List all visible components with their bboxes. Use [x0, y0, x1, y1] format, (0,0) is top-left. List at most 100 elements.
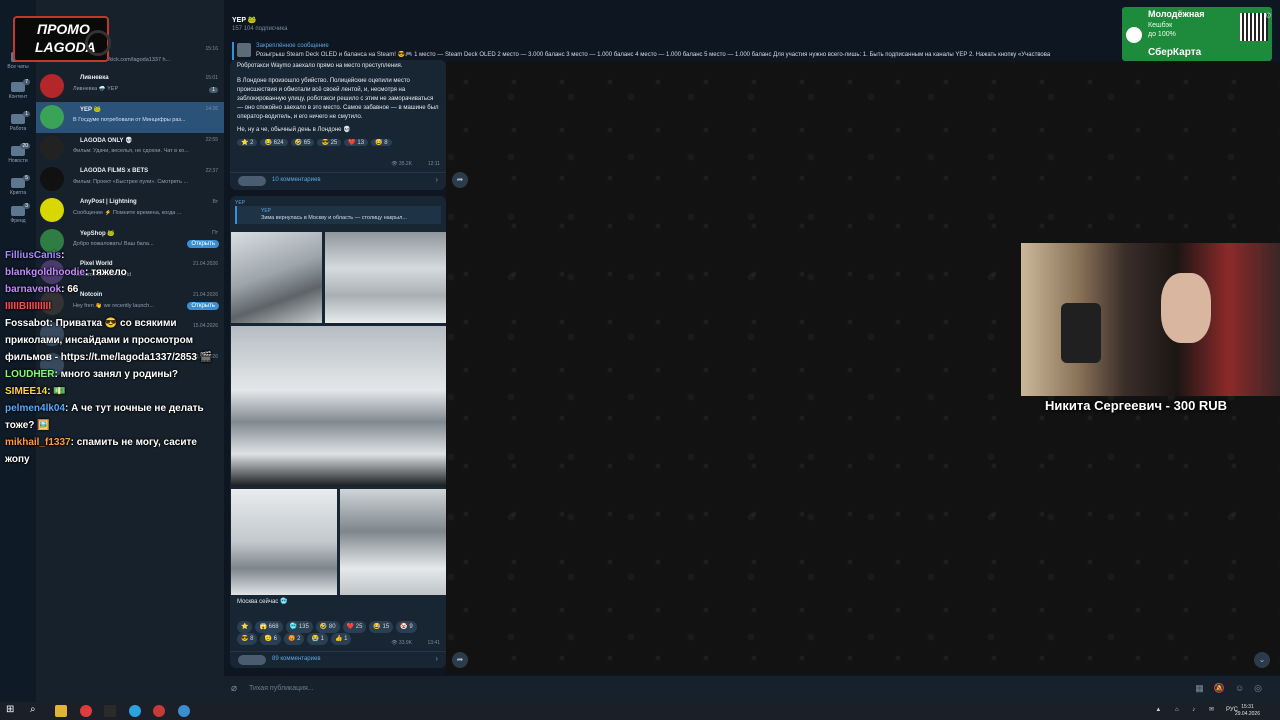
chat-time-top: 15:16 [205, 46, 218, 52]
streamer-face [1161, 273, 1211, 343]
taskbar: ⊞ ⌕ ▲ ⌂ ♪ ✉ РУС 15:31 29.04.2026 [0, 702, 1280, 720]
avatar [40, 105, 64, 129]
folder-content[interactable]: 7 Контент [0, 79, 36, 100]
stream-chat-overlay: FilliusCanis: blankgoldhoodie: тяжело ba… [5, 247, 220, 468]
folder-work[interactable]: 1 Работа [0, 111, 36, 132]
post-views: 👁 33.9K [391, 640, 412, 646]
reaction[interactable]: ⭐ [237, 621, 253, 633]
reaction[interactable]: 😭 1 [307, 633, 328, 645]
photo[interactable] [231, 232, 322, 323]
calendar-icon[interactable]: ▦ [1195, 683, 1214, 693]
share-icon[interactable]: ➦ [452, 652, 468, 668]
subscriber-count: 157 104 подписчика [232, 26, 288, 32]
share-icon[interactable]: ➦ [452, 172, 468, 188]
comments-link[interactable]: 10 комментариев › [230, 172, 446, 188]
chat-row-lagoda-films[interactable]: LAGODA FILMS x BETS Фильм: Проект «Быстр… [36, 164, 224, 195]
photo[interactable] [325, 232, 446, 323]
scroll-down-button[interactable]: ⌄ [1254, 652, 1270, 668]
folder-crypto[interactable]: 5 Крипта [0, 175, 36, 196]
avatar [40, 136, 64, 160]
telegram-icon[interactable] [129, 705, 141, 717]
chat-message: Fossabot: Приватка 😎 со всякими приколам… [5, 318, 213, 363]
system-tray[interactable]: ▲ ⌂ ♪ ✉ [1155, 706, 1220, 713]
chat-message: IIIIIBIIIIIIIII [5, 301, 52, 312]
record-icon[interactable]: ◎ [1254, 683, 1272, 693]
post-caption: Москва сейчас 🥶 [237, 599, 288, 605]
photo[interactable] [231, 489, 337, 595]
message-input-bar: ⌀ Тихая публикация... ▦🔕☺◎ [224, 676, 1280, 702]
reaction[interactable]: ❤️ 13 [344, 139, 369, 146]
app-icon[interactable] [153, 705, 165, 717]
comments-link[interactable]: 89 комментариев › [230, 651, 446, 667]
chat-row-anypost[interactable]: AnyPost | Lightning Сообщение ⚡ Помните … [36, 195, 224, 226]
photo[interactable] [231, 326, 446, 486]
reaction[interactable]: 😂 15 [369, 621, 394, 633]
input-tools: ▦🔕☺◎ [1195, 683, 1272, 694]
yandex-browser-icon[interactable] [80, 705, 92, 717]
screen: Все чаты 7 Контент 1 Работа 20 Новости 5… [0, 0, 1280, 720]
clock[interactable]: 15:31 29.04.2026 [1235, 704, 1260, 718]
reaction[interactable]: 🤡 9 [396, 621, 417, 633]
reaction[interactable]: 😎 25 [317, 139, 342, 146]
mute-icon[interactable]: 🔕 [1214, 683, 1235, 693]
chat-row-yep[interactable]: YEP 🐸 В Госдуме потребовали от Минцифры … [36, 102, 224, 133]
message-input[interactable]: Тихая публикация... [249, 685, 314, 692]
reaction[interactable]: 😱 668 [255, 621, 283, 633]
burger-king-logo [1126, 27, 1142, 43]
pinned-thumbnail [237, 43, 251, 57]
chat-message: mikhail_f1337: спамить не могу, сасите ж… [5, 437, 197, 465]
microphone-icon [1061, 303, 1101, 363]
reaction[interactable]: ❤️ 25 [342, 621, 367, 633]
search-icon[interactable]: ⌕ [30, 704, 42, 716]
chat-message: FilliusCanis: [5, 250, 65, 261]
headphones-icon [85, 30, 111, 56]
reaction[interactable]: 🤣 80 [315, 621, 340, 633]
settings-icon[interactable]: ⚙ [1265, 11, 1272, 20]
reaction[interactable]: 🥶 135 [285, 621, 313, 633]
post-views: 👁 35.2K [391, 161, 412, 167]
avatar [40, 74, 64, 98]
reaction[interactable]: 😅 8 [371, 139, 392, 146]
folder-friends[interactable]: 3 Френд [0, 203, 36, 224]
reaction[interactable]: 👍 1 [330, 633, 352, 645]
post-time: 13:41 [427, 640, 440, 646]
reaction[interactable]: 😂 624 [260, 139, 288, 146]
windows-start-icon[interactable]: ⊞ [6, 704, 18, 716]
channel-post[interactable]: YEP YEP Зима вернулась в Москву и област… [230, 196, 446, 668]
folder-news[interactable]: 20 Новости [0, 143, 36, 164]
emoji-icon[interactable]: ☺ [1235, 683, 1254, 693]
webcam-overlay [1021, 243, 1280, 396]
reaction[interactable]: 🤣 65 [290, 139, 315, 146]
sber-ad-overlay: Молодёжная Кешбэк до 100% СберКарта [1122, 7, 1272, 61]
chat-message: LOUDHER: много занял у родины? [5, 369, 179, 380]
chat-message: blankgoldhoodie: тяжело [5, 267, 127, 278]
donation-alert: Никита Сергеевич - 300 RUB [1045, 398, 1228, 413]
chat-message: barnavenok: 66 [5, 284, 79, 295]
reaction[interactable]: 😡 2 [283, 633, 305, 645]
app-icon[interactable] [178, 705, 190, 717]
photo[interactable] [340, 489, 446, 595]
commenter-avatars [238, 176, 266, 186]
commenter-avatars [238, 655, 266, 665]
obs-icon[interactable] [104, 705, 116, 717]
reaction[interactable]: 🫡 6 [260, 633, 281, 645]
avatar [40, 198, 64, 222]
channel-title: YEP 🐸 [232, 17, 257, 24]
post-time: 12:11 [427, 161, 440, 167]
reaction[interactable]: ⭐ 2 [237, 139, 258, 146]
pinned-message[interactable]: Закреплённое сообщение Розыгрыш Steam De… [232, 40, 1152, 62]
attach-icon[interactable]: ⌀ [231, 683, 237, 694]
avatar [40, 167, 64, 191]
chat-row-livnevka[interactable]: Ливневка Ливневка 🌧️ YEP 15:01 1 [36, 71, 224, 102]
promo-overlay: ПРОМО LAGODA [13, 16, 111, 62]
chat-row-lagoda-only[interactable]: LAGODA ONLY 💀 Фильм: Удачи, веселья, не … [36, 133, 224, 164]
forwarded-quote[interactable]: YEP Зима вернулась в Москву и область — … [235, 206, 441, 224]
reaction[interactable]: 😎 8 [237, 633, 258, 645]
chat-message: SIMEE14: 💵 [5, 386, 66, 397]
qr-code-icon [1240, 13, 1268, 41]
chevron-right-icon: › [435, 175, 438, 184]
channel-post[interactable]: Робротакси Waymo заехало прямо на место … [230, 60, 446, 190]
reactions-bar: ⭐ 2 😂 624 🤣 65 😎 25 ❤️ 13 😅 8 [230, 139, 446, 146]
reactions-bar: ⭐ 😱 668 🥶 135 🤣 80 ❤️ 25 😂 15 🤡 9 😎 8 🫡 6 😡 2 😭 1 👍… [230, 621, 446, 645]
file-explorer-icon[interactable] [55, 705, 67, 717]
